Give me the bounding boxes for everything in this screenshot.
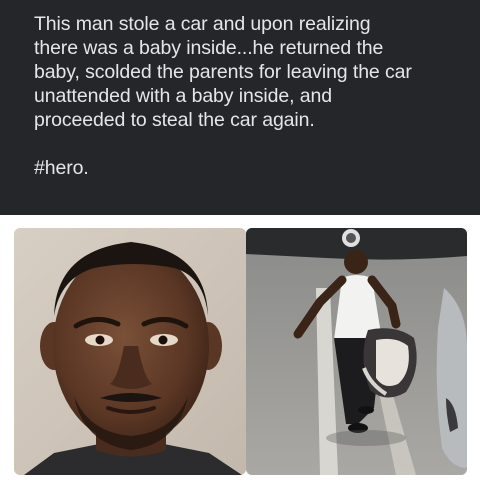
surveillance-photo[interactable] (246, 228, 467, 475)
cctv-photo-icon (246, 228, 467, 475)
post-media (0, 215, 480, 485)
hashtag-link[interactable]: #hero. (34, 156, 464, 180)
post-text-block: This man stole a car and upon realizing … (34, 12, 464, 180)
post-caption: This man stole a car and upon realizing … (34, 13, 412, 131)
mugshot-photo[interactable] (14, 228, 246, 475)
post-header: This man stole a car and upon realizing … (0, 0, 480, 215)
portrait-photo-icon (14, 228, 246, 475)
